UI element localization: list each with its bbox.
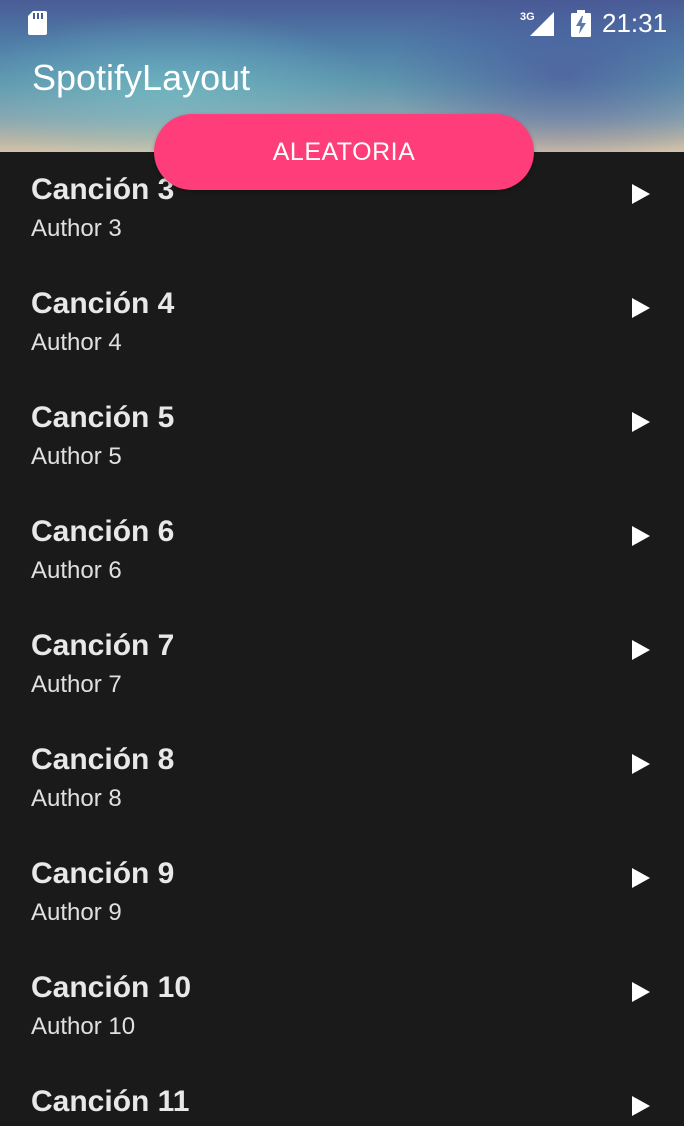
song-title: Canción 10 [31, 971, 192, 1004]
song-author: Author 9 [31, 899, 122, 926]
play-icon[interactable] [632, 298, 650, 318]
song-title: Canción 6 [31, 515, 175, 548]
play-icon[interactable] [632, 412, 650, 432]
song-author: Author 8 [31, 785, 122, 812]
song-author: Author 5 [31, 443, 122, 470]
play-icon[interactable] [632, 982, 650, 1002]
status-time: 21:31 [602, 8, 668, 38]
battery-charging-icon [571, 10, 591, 37]
song-item-8[interactable]: Canción 8 Author 8 [0, 722, 684, 836]
play-icon[interactable] [632, 1096, 650, 1116]
signal-icon: 3G [520, 11, 554, 36]
song-title: Canción 5 [31, 401, 175, 434]
status-bar: 3G 21:31 [0, 0, 684, 48]
song-item-10[interactable]: Canción 10 Author 10 [0, 950, 684, 1064]
play-icon[interactable] [632, 868, 650, 888]
song-item-6[interactable]: Canción 6 Author 6 [0, 494, 684, 608]
song-author: Author 3 [31, 215, 122, 242]
song-title: Canción 11 [31, 1085, 190, 1118]
song-item-7[interactable]: Canción 7 Author 7 [0, 608, 684, 722]
play-icon[interactable] [632, 184, 650, 204]
app-screen: 3G 21:31 SpotifyLayout Canción 3 Author … [0, 0, 684, 1126]
play-icon[interactable] [632, 754, 650, 774]
song-title: Canción 8 [31, 743, 175, 776]
song-author: Author 4 [31, 329, 122, 356]
song-title: Canción 9 [31, 857, 175, 890]
song-list[interactable]: Canción 3 Author 3 Canción 4 Author 4 Ca… [0, 152, 684, 1126]
network-type-label: 3G [520, 11, 535, 23]
shuffle-button[interactable]: ALEATORIA [154, 114, 534, 190]
song-title: Canción 7 [31, 629, 175, 662]
play-icon[interactable] [632, 526, 650, 546]
song-item-5[interactable]: Canción 5 Author 5 [0, 380, 684, 494]
play-icon[interactable] [632, 640, 650, 660]
song-item-9[interactable]: Canción 9 Author 9 [0, 836, 684, 950]
song-title: Canción 3 [31, 173, 175, 206]
song-author: Author 7 [31, 671, 122, 698]
song-author: Author 10 [31, 1013, 136, 1040]
app-title: SpotifyLayout [32, 57, 251, 98]
song-item-4[interactable]: Canción 4 Author 4 [0, 266, 684, 380]
sd-card-icon [28, 11, 47, 35]
song-author: Author 6 [31, 557, 122, 584]
song-title: Canción 4 [31, 287, 175, 320]
song-item-11[interactable]: Canción 11 [0, 1064, 684, 1126]
